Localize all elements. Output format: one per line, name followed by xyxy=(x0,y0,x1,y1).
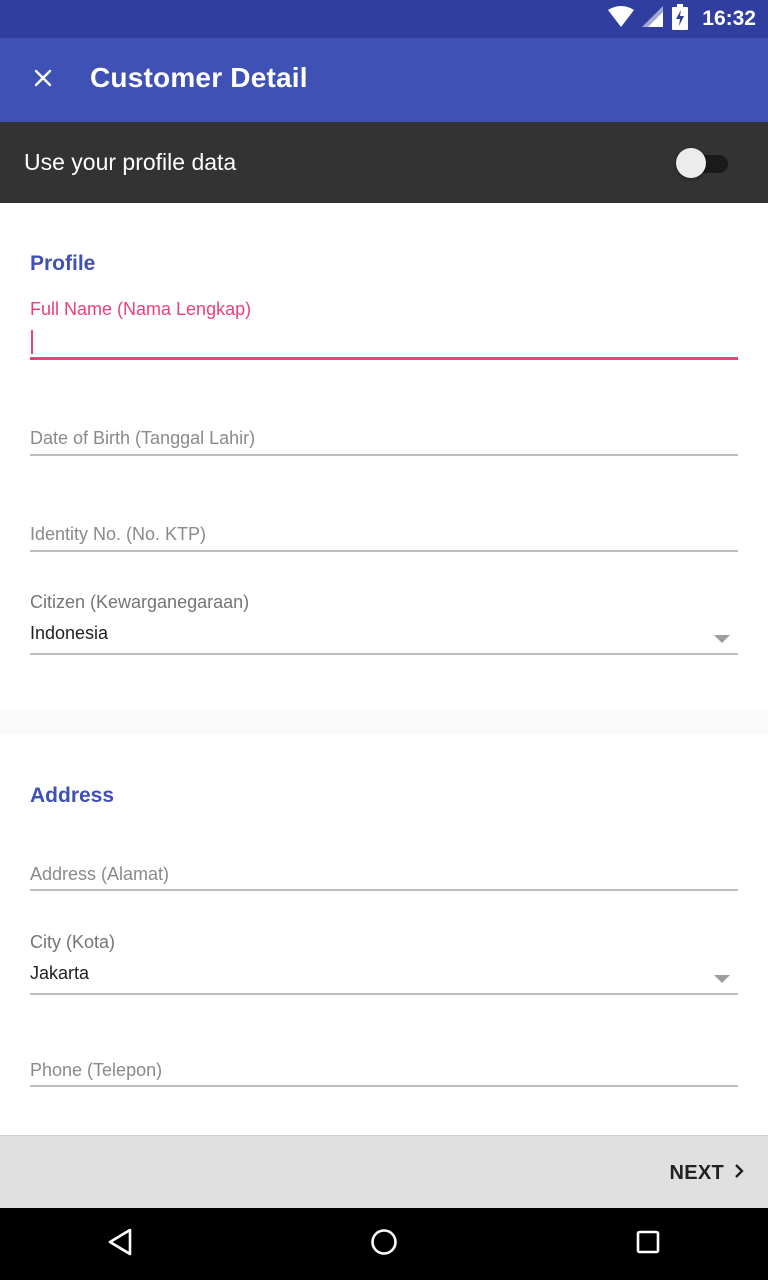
battery-charging-icon xyxy=(672,3,689,35)
profile-data-switch[interactable] xyxy=(676,147,732,179)
full-name-label: Full Name (Nama Lengkap) xyxy=(30,299,252,319)
recents-button[interactable] xyxy=(626,1222,670,1266)
full-name-underline xyxy=(30,357,738,360)
next-label: NEXT xyxy=(669,1161,724,1184)
home-icon xyxy=(369,1227,399,1262)
footer-bar: NEXT xyxy=(0,1135,768,1209)
dob-placeholder: Date of Birth (Tanggal Lahir) xyxy=(30,428,256,448)
phone-field[interactable]: Phone (Telepon) xyxy=(30,1057,738,1089)
citizen-underline xyxy=(30,653,738,655)
page-title: Customer Detail xyxy=(90,62,308,93)
city-dropdown[interactable]: City (Kota) Jakarta xyxy=(30,930,738,996)
citizen-value: Indonesia xyxy=(30,623,109,643)
signal-icon xyxy=(642,5,664,33)
close-icon xyxy=(34,69,52,92)
status-icons: 16:32 xyxy=(608,3,756,35)
app-bar: Customer Detail xyxy=(0,38,768,122)
city-underline xyxy=(30,993,738,995)
status-time: 16:32 xyxy=(702,7,756,30)
citizen-dropdown[interactable]: Citizen (Kewarganegaraan) Indonesia xyxy=(30,590,738,656)
address-card: Address Address (Alamat) City (Kota) Jak… xyxy=(0,735,768,1135)
address-section-title: Address xyxy=(30,784,115,807)
phone-placeholder: Phone (Telepon) xyxy=(30,1060,163,1080)
wifi-icon xyxy=(608,5,635,33)
switch-thumb xyxy=(676,148,706,178)
identity-placeholder: Identity No. (No. KTP) xyxy=(30,524,207,544)
back-icon xyxy=(106,1227,134,1262)
identity-field[interactable]: Identity No. (No. KTP) xyxy=(30,521,738,553)
system-nav-bar xyxy=(0,1208,768,1280)
profile-section-title: Profile xyxy=(30,252,96,275)
chevron-right-icon xyxy=(734,1163,744,1184)
profile-card: Profile Full Name (Nama Lengkap) Date of… xyxy=(0,203,768,711)
text-cursor xyxy=(31,330,33,354)
identity-underline xyxy=(30,550,738,552)
profile-toggle-bar: Use your profile data xyxy=(0,122,768,203)
dob-underline xyxy=(30,454,738,456)
dropdown-arrow-icon xyxy=(714,635,730,643)
address-field[interactable]: Address (Alamat) xyxy=(30,861,738,893)
phone-underline xyxy=(30,1085,738,1087)
full-name-field[interactable]: Full Name (Nama Lengkap) xyxy=(30,299,738,361)
back-button[interactable] xyxy=(98,1222,142,1266)
address-underline xyxy=(30,889,738,891)
citizen-label: Citizen (Kewarganegaraan) xyxy=(30,592,250,612)
status-bar: 16:32 xyxy=(0,0,768,38)
recents-icon xyxy=(635,1229,661,1260)
city-value: Jakarta xyxy=(30,963,90,983)
home-button[interactable] xyxy=(362,1222,406,1266)
address-placeholder: Address (Alamat) xyxy=(30,864,170,884)
dob-field[interactable]: Date of Birth (Tanggal Lahir) xyxy=(30,425,738,457)
profile-toggle-label: Use your profile data xyxy=(24,149,237,175)
close-button[interactable] xyxy=(22,59,64,101)
city-label: City (Kota) xyxy=(30,932,116,952)
dropdown-arrow-icon xyxy=(714,975,730,983)
next-button[interactable]: NEXT xyxy=(669,1159,744,1187)
